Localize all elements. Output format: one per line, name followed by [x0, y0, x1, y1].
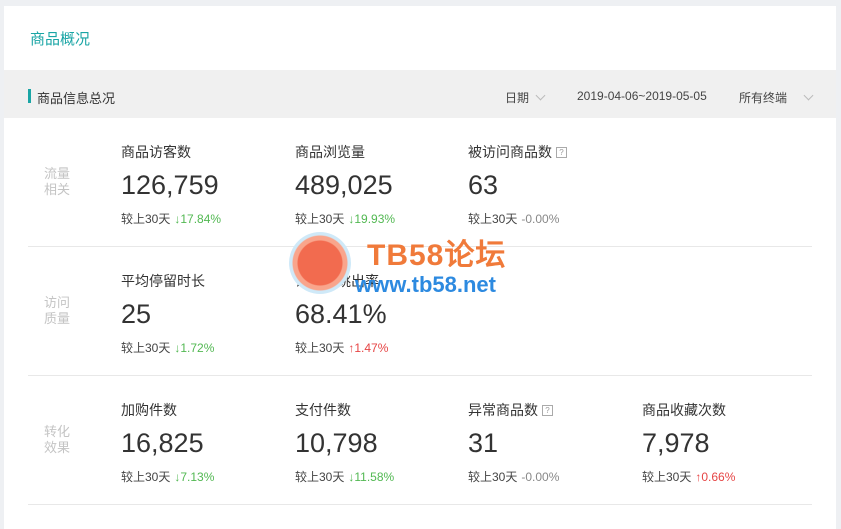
metric-compare: 较上30天 ↓7.13% — [121, 469, 215, 485]
metric-compare: 较上30天 ↑1.47% — [295, 340, 389, 356]
metric-value: 25 — [121, 299, 152, 329]
metric-compare: 较上30天 ↓17.84% — [121, 211, 222, 227]
metrics-panel: 流量 相关 商品访客数 126,759 较上30天 ↓17.84% 商品浏览量 4… — [4, 118, 836, 529]
metric-compare: 较上30天 -0.00% — [468, 469, 560, 485]
section-title: 商品信息总况 — [37, 91, 116, 106]
trend-down-icon: ↓11.58% — [348, 469, 395, 484]
page-header: 商品概况 — [4, 6, 836, 70]
metric-compare: 较上30天 ↓19.93% — [295, 211, 396, 227]
row-label: 访问 质量 — [43, 295, 70, 326]
metric-compare: 较上30天 -0.00% — [468, 211, 560, 227]
metric-value: 126,759 — [121, 170, 219, 200]
metric-compare: 较上30天 ↑0.66% — [642, 469, 736, 485]
metric-row-traffic: 流量 相关 商品访客数 126,759 较上30天 ↓17.84% 商品浏览量 4… — [28, 118, 812, 247]
date-type-dropdown[interactable]: 日期 — [505, 89, 546, 106]
metric-value: 31 — [468, 428, 499, 458]
metric-name: 支付件数 — [295, 402, 351, 418]
metric-value: 489,025 — [295, 170, 393, 200]
metric-name: 详情页跳出率 — [295, 273, 379, 289]
metric-name: 商品访客数 — [121, 144, 191, 160]
metric-name: 异常商品数 ? — [468, 400, 553, 420]
metric-name: 商品收藏次数 — [642, 402, 726, 418]
terminal-label: 所有终端 — [739, 91, 788, 105]
metric-value: 68.41% — [295, 299, 387, 329]
row-label: 转化 效果 — [43, 424, 70, 455]
metric-row-quality: 访问 质量 平均停留时长 25 较上30天 ↓1.72% 详情页跳出率 68.41… — [28, 247, 812, 376]
metric-compare: 较上30天 ↓1.72% — [121, 340, 215, 356]
trend-flat-icon: -0.00% — [521, 469, 560, 484]
section-accent-bar — [28, 89, 31, 103]
metric-value: 63 — [468, 170, 499, 200]
row-label: 流量 相关 — [43, 166, 70, 197]
trend-down-icon: ↓1.72% — [174, 340, 215, 355]
help-icon[interactable]: ? — [556, 146, 567, 158]
date-range-picker[interactable]: 2019-04-06~2019-05-05 — [577, 89, 707, 103]
help-icon[interactable]: ? — [542, 404, 553, 416]
trend-down-icon: ↓19.93% — [348, 211, 396, 226]
metric-compare: 较上30天 ↓11.58% — [295, 469, 395, 485]
terminal-dropdown[interactable]: 所有终端 — [739, 89, 814, 106]
trend-up-icon: ↑1.47% — [348, 340, 389, 355]
date-type-label: 日期 — [505, 91, 530, 105]
page-title: 商品概况 — [30, 31, 91, 48]
trend-up-icon: ↑0.66% — [695, 469, 736, 484]
section-header: 商品信息总况 日期 2019-04-06~2019-05-05 所有终端 — [4, 70, 836, 118]
metric-name: 商品浏览量 — [295, 144, 365, 160]
trend-flat-icon: -0.00% — [521, 211, 560, 226]
metric-name: 被访问商品数 ? — [468, 142, 567, 162]
trend-down-icon: ↓7.13% — [174, 469, 215, 484]
metric-value: 7,978 — [642, 428, 710, 458]
chevron-down-icon — [803, 90, 814, 101]
metric-name: 平均停留时长 — [121, 273, 205, 289]
trend-down-icon: ↓17.84% — [174, 211, 222, 226]
date-range-value: 2019-04-06~2019-05-05 — [577, 89, 707, 103]
metric-value: 10,798 — [295, 428, 378, 458]
chevron-down-icon — [535, 90, 546, 101]
metric-row-conversion: 转化 效果 加购件数 16,825 较上30天 ↓7.13% 支付件数 10,79… — [28, 376, 812, 505]
metric-name: 加购件数 — [121, 402, 177, 418]
metric-value: 16,825 — [121, 428, 204, 458]
